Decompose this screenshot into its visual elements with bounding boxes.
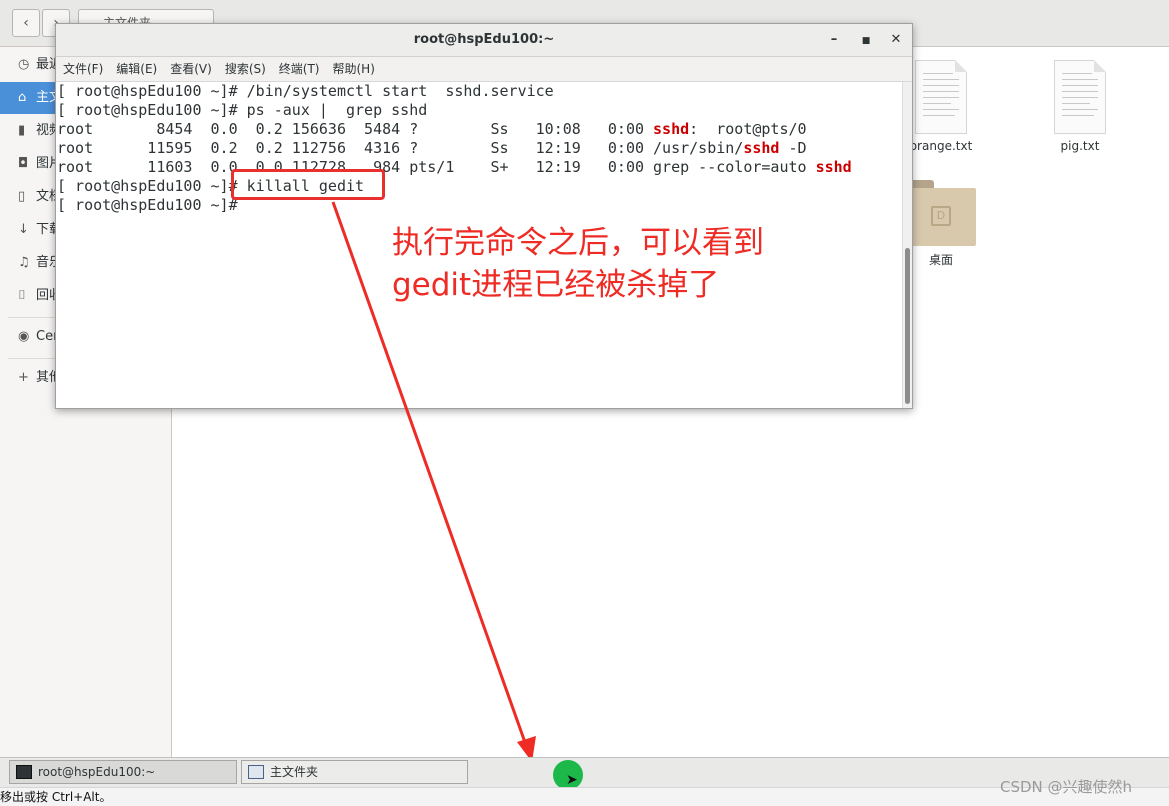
taskbar-item-label: root@hspEdu100:~ — [38, 765, 156, 779]
terminal-icon — [16, 765, 32, 779]
mouse-cursor-icon: ➤ — [566, 772, 578, 788]
taskbar-item-label: 主文件夹 — [270, 765, 319, 779]
annotation-line-1: 执行完命令之后，可以看到 — [392, 225, 764, 261]
annotation-line-2: gedit进程已经被杀掉了 — [392, 267, 720, 303]
taskbar: root@hspEdu100:~ 主文件夹 — [0, 757, 1169, 788]
status-text: 移出或按 Ctrl+Alt。 — [0, 790, 112, 804]
status-bar: 移出或按 Ctrl+Alt。 — [0, 787, 1169, 806]
taskbar-item-file-manager[interactable]: 主文件夹 — [241, 760, 468, 784]
file-manager-icon — [248, 765, 264, 779]
annotation-text: 执行完命令之后，可以看到 gedit进程已经被杀掉了 — [392, 222, 832, 306]
annotation-arrow — [331, 201, 536, 762]
watermark: CSDN @兴趣使然h — [1000, 778, 1133, 796]
taskbar-item-terminal[interactable]: root@hspEdu100:~ — [9, 760, 237, 784]
